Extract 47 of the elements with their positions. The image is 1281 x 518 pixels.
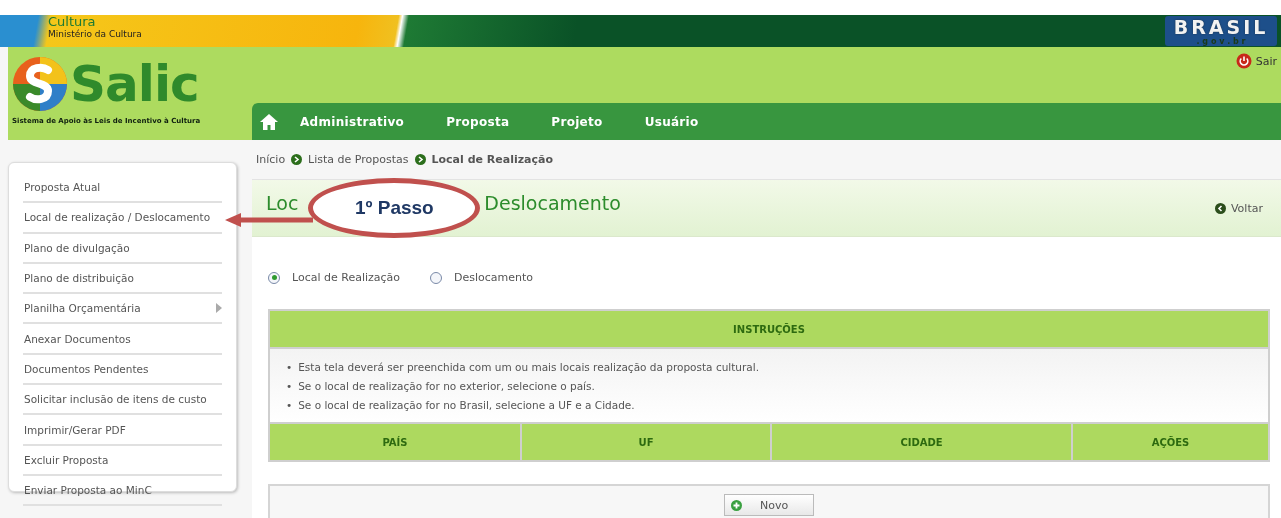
- power-icon: [1235, 53, 1252, 69]
- instruction-text: Se o local de realização for no exterior, selecione o país.: [298, 378, 595, 393]
- home-icon[interactable]: [260, 113, 278, 130]
- breadcrumb-link[interactable]: Local de Realização: [431, 153, 553, 166]
- nav-item[interactable]: Usuário: [644, 114, 699, 129]
- sidebar-item[interactable]: Planilha Orçamentária: [23, 294, 222, 325]
- back-icon: [1214, 202, 1226, 214]
- table-heading: INSTRUÇÕES: [270, 311, 1268, 347]
- back-link[interactable]: Voltar: [1214, 201, 1263, 215]
- breadcrumb-link[interactable]: Lista de Propostas: [308, 153, 409, 166]
- nav-item[interactable]: Projeto: [551, 114, 603, 129]
- page-title: Deslocamento: [484, 192, 621, 214]
- logout-link[interactable]: Sair: [1235, 53, 1277, 69]
- portal-badge[interactable]: BRASIL . g o v . b r: [1165, 16, 1277, 46]
- sidebar-item[interactable]: Solicitar inclusão de itens de custo: [23, 385, 222, 416]
- column-header: CIDADE: [770, 424, 1071, 460]
- nav-item[interactable]: Proposta: [446, 114, 510, 129]
- sidebar-item[interactable]: Plano de divulgação: [23, 233, 222, 264]
- list-bullet: •: [286, 378, 293, 393]
- logo-icon: [12, 56, 68, 112]
- new-button[interactable]: Novo: [724, 494, 814, 516]
- chevron-icon: [414, 154, 426, 165]
- breadcrumb-link[interactable]: Início: [256, 153, 286, 166]
- radio-option[interactable]: Local de Realização: [268, 271, 401, 284]
- column-header: PAÍS: [270, 424, 520, 460]
- column-header: UF: [520, 424, 770, 460]
- logo-text: Salic: [70, 54, 199, 115]
- instruction-text: Se o local de realização for no Brasil, selecione a UF e a Cidade.: [298, 397, 635, 412]
- sidebar-item[interactable]: Plano de distribuição: [23, 263, 222, 295]
- sidebar-item[interactable]: Documentos Pendentes: [23, 354, 222, 386]
- nav-item[interactable]: Administrativo: [300, 114, 405, 129]
- sidebar-item[interactable]: Excluir Proposta: [23, 445, 222, 476]
- sidebar-item[interactable]: Proposta Atual: [23, 173, 222, 204]
- sidebar-item[interactable]: Enviar Proposta ao MinC: [23, 475, 222, 507]
- radio-option[interactable]: Deslocamento: [430, 271, 534, 284]
- column-header: AÇÕES: [1071, 424, 1268, 460]
- sidebar-item[interactable]: Anexar Documentos: [23, 324, 222, 355]
- plus-icon: [731, 499, 742, 511]
- sidebar-item[interactable]: Local de realização / Deslocamento: [23, 203, 222, 234]
- page-title: Loc: [266, 192, 299, 214]
- banner-subtitle: Ministério da Cultura: [48, 29, 142, 40]
- list-bullet: •: [286, 397, 293, 412]
- chevron-icon: [291, 154, 303, 165]
- banner-title: Cultura: [48, 15, 97, 29]
- list-bullet: •: [286, 359, 293, 374]
- instruction-text: Esta tela deverá ser preenchida com um ou mais locais realização da proposta cultural.: [298, 359, 760, 374]
- sidebar-item[interactable]: Imprimir/Gerar PDF: [23, 415, 222, 446]
